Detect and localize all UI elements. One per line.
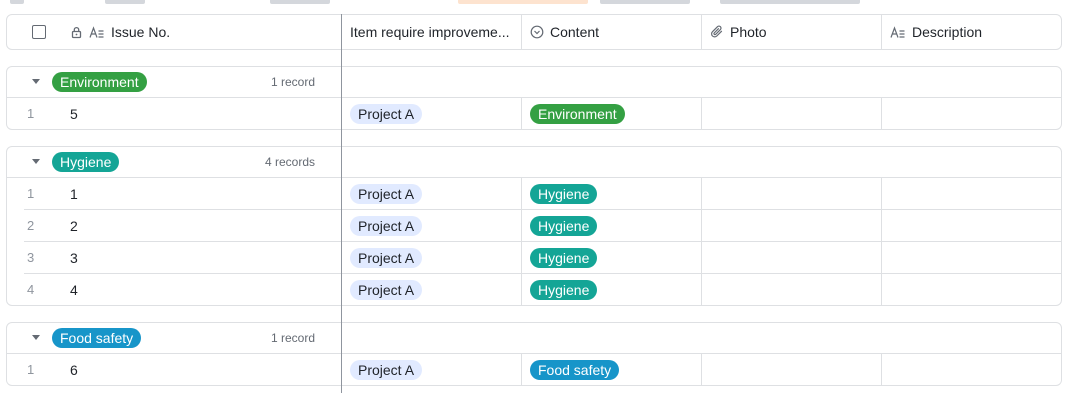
cell-divider <box>521 242 522 274</box>
cell-divider <box>701 274 702 305</box>
cell-divider <box>701 178 702 210</box>
row-number: 1 <box>27 186 35 201</box>
column-label: Issue No. <box>111 24 171 40</box>
item-chip[interactable]: Project A <box>350 104 423 124</box>
group-environment: Environment 1 record 1 5 Project A Envir… <box>6 66 1062 130</box>
attachment-icon <box>710 25 724 39</box>
toolbar-fragment <box>270 0 330 4</box>
content-tag[interactable]: Hygiene <box>530 216 598 236</box>
toolbar-fragment <box>10 0 24 4</box>
table-row[interactable]: 3 3 Project A Hygiene <box>7 242 1061 274</box>
group-record-count: 1 record <box>270 75 315 89</box>
item-chip[interactable]: Project A <box>350 248 423 268</box>
column-label: Photo <box>730 24 767 40</box>
toolbar-fragment <box>600 0 690 4</box>
cell-divider <box>701 354 702 385</box>
toolbar-fragment <box>105 0 145 4</box>
issue-no-cell[interactable]: 1 <box>70 186 78 202</box>
group-tag: Environment <box>52 72 147 92</box>
group-tag: Hygiene <box>52 152 120 172</box>
column-label: Description <box>912 24 983 40</box>
group-record-count: 1 record <box>270 331 315 345</box>
text-field-icon <box>89 25 105 39</box>
content-tag[interactable]: Food safety <box>530 360 620 380</box>
cell-divider <box>701 242 702 274</box>
column-header-content[interactable]: Content <box>522 15 702 49</box>
issue-no-cell[interactable]: 2 <box>70 218 78 234</box>
group-header[interactable]: Food safety 1 record <box>7 323 1061 354</box>
toolbar-fragment <box>720 0 860 4</box>
item-chip[interactable]: Project A <box>350 216 423 236</box>
issue-no-cell[interactable]: 5 <box>70 106 78 122</box>
issue-no-cell[interactable]: 6 <box>70 362 78 378</box>
group-tag: Food safety <box>52 328 142 348</box>
issue-no-cell[interactable]: 3 <box>70 250 78 266</box>
table-row[interactable]: 1 1 Project A Hygiene <box>7 178 1061 210</box>
row-number: 1 <box>27 106 35 121</box>
toolbar-fragment-highlight <box>458 0 588 4</box>
select-all-checkbox[interactable] <box>32 25 46 39</box>
content-tag[interactable]: Hygiene <box>530 248 598 268</box>
table-row[interactable]: 1 5 Project A Environment <box>7 98 1061 129</box>
row-number: 1 <box>27 362 35 377</box>
caret-down-icon[interactable] <box>32 79 40 84</box>
single-select-icon <box>530 25 544 39</box>
group-header[interactable]: Environment 1 record <box>7 67 1061 98</box>
content-tag[interactable]: Environment <box>530 104 625 124</box>
cell-divider <box>521 178 522 210</box>
row-number: 2 <box>27 218 35 233</box>
cell-divider <box>881 98 882 129</box>
table-header: Issue No. Item require improveme... Cont… <box>6 14 1062 50</box>
cell-divider <box>701 98 702 129</box>
cell-divider <box>881 274 882 305</box>
row-number: 4 <box>27 282 35 297</box>
caret-down-icon[interactable] <box>32 335 40 340</box>
table-row[interactable]: 2 2 Project A Hygiene <box>7 210 1061 242</box>
cell-divider <box>521 354 522 385</box>
cell-divider <box>881 354 882 385</box>
text-field-icon <box>890 25 906 39</box>
cell-divider <box>881 210 882 242</box>
row-number: 3 <box>27 250 35 265</box>
item-chip[interactable]: Project A <box>350 184 423 204</box>
content-tag[interactable]: Hygiene <box>530 184 598 204</box>
frozen-column-divider[interactable] <box>341 14 342 393</box>
group-hygiene: Hygiene 4 records 1 1 Project A Hygiene … <box>6 146 1062 306</box>
issue-no-cell[interactable]: 4 <box>70 282 78 298</box>
group-header[interactable]: Hygiene 4 records <box>7 147 1061 178</box>
column-label: Content <box>550 24 600 40</box>
toolbar-strip <box>0 0 1067 6</box>
cell-divider <box>521 274 522 305</box>
caret-down-icon[interactable] <box>32 159 40 164</box>
content-tag[interactable]: Hygiene <box>530 280 598 300</box>
group-food-safety: Food safety 1 record 1 6 Project A Food … <box>6 322 1062 386</box>
item-chip[interactable]: Project A <box>350 360 423 380</box>
item-chip[interactable]: Project A <box>350 280 423 300</box>
lock-icon <box>70 26 83 39</box>
column-header-item-require-improvement[interactable]: Item require improveme... <box>342 15 522 49</box>
cell-divider <box>521 98 522 129</box>
cell-divider <box>701 210 702 242</box>
cell-divider <box>521 210 522 242</box>
column-header-photo[interactable]: Photo <box>702 15 882 49</box>
table-row[interactable]: 4 4 Project A Hygiene <box>7 274 1061 305</box>
column-header-issue-no[interactable]: Issue No. <box>62 15 342 49</box>
group-record-count: 4 records <box>264 155 315 169</box>
cell-divider <box>881 178 882 210</box>
cell-divider <box>881 242 882 274</box>
column-label: Item require improveme... <box>350 24 510 40</box>
column-header-description[interactable]: Description <box>882 15 1061 49</box>
table-row[interactable]: 1 6 Project A Food safety <box>7 354 1061 385</box>
